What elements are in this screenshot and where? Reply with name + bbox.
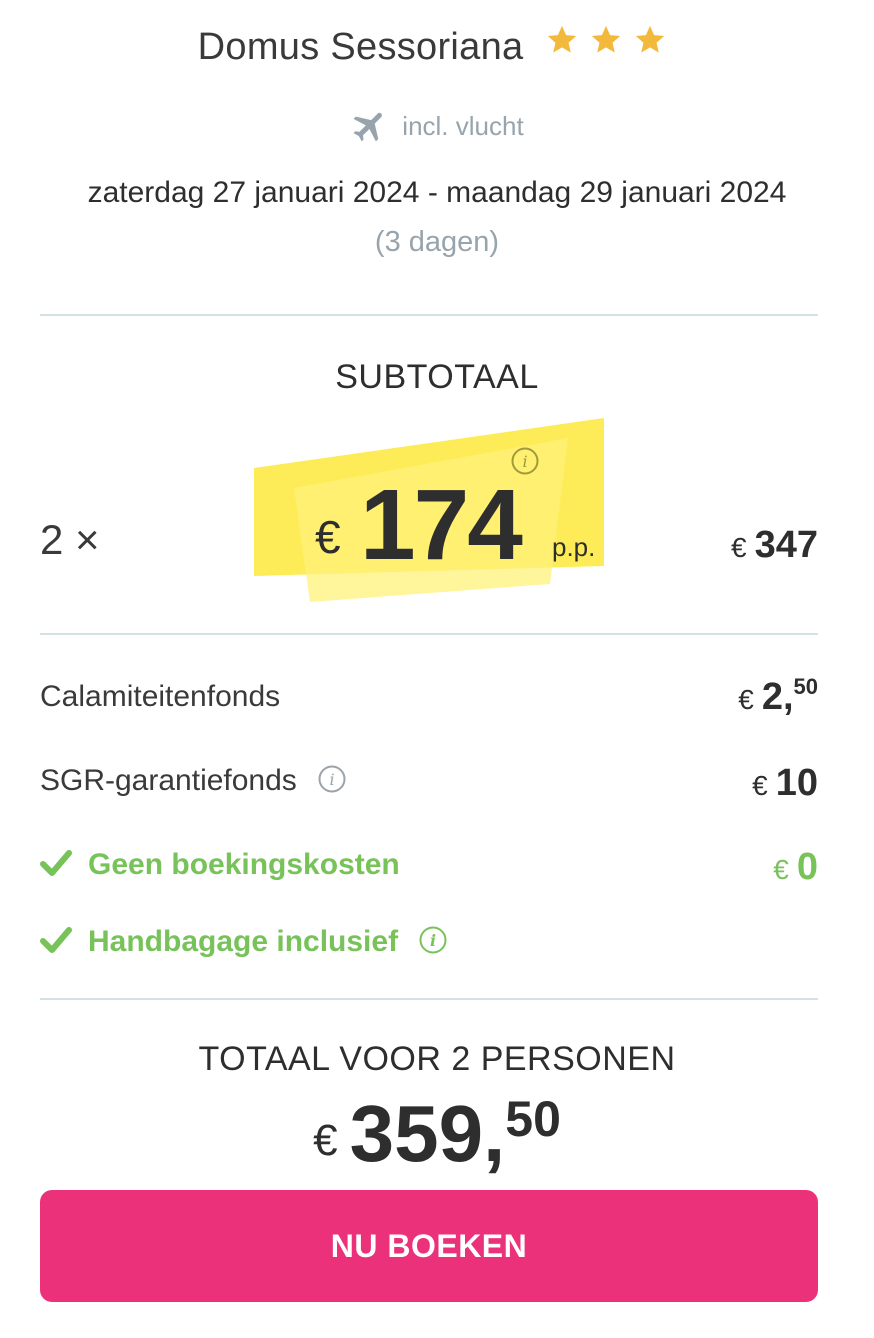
flight-label: incl. vlucht	[402, 110, 524, 141]
per-person-label: p.p.	[552, 532, 596, 562]
svg-text:i: i	[430, 931, 436, 950]
perk-label-hand-luggage: Handbagage inclusief	[88, 925, 399, 958]
fee-label-calamiteitenfonds: Calamiteitenfonds	[40, 680, 281, 713]
divider	[40, 314, 818, 316]
perk-row-booking-costs: Geen boekingskosten	[40, 848, 400, 882]
currency-symbol: €	[773, 854, 789, 885]
fee-value: 10	[775, 762, 818, 804]
total-amount: €359,50	[0, 1088, 874, 1180]
fee-amount-calamiteitenfonds: €2,50	[738, 674, 818, 719]
subtotal-value: 347	[754, 524, 818, 566]
fee-value: 2,	[761, 676, 794, 718]
total-title: TOTAAL VOOR 2 PERSONEN	[198, 1040, 676, 1078]
price-currency: €	[315, 511, 341, 563]
currency-symbol: €	[738, 684, 754, 715]
perk-label-booking-costs: Geen boekingskosten	[88, 848, 400, 881]
star-icon	[592, 25, 621, 53]
airplane-icon	[353, 112, 383, 142]
star-rating	[544, 23, 676, 67]
hotel-header: Domus Sessoriana	[0, 23, 874, 71]
flight-info: incl. vlucht	[0, 108, 874, 148]
star-icon	[548, 25, 577, 53]
currency-symbol: €	[313, 1116, 338, 1165]
perk-amount-booking-costs: €0	[773, 846, 818, 889]
star-icon	[636, 25, 665, 53]
subtotal-title: SUBTOTAAL	[335, 358, 539, 396]
fee-row-sgr: SGR-garantiefonds i	[40, 764, 347, 798]
book-now-button[interactable]: NU BOEKEN	[40, 1190, 818, 1302]
total-cents: 50	[505, 1091, 561, 1147]
trip-dates: zaterdag 27 januari 2024 - maandag 29 ja…	[87, 176, 787, 209]
total-value: 359,	[349, 1089, 506, 1178]
currency-symbol: €	[752, 770, 768, 801]
fee-label-sgr: SGR-garantiefonds	[40, 764, 297, 797]
hotel-name: Domus Sessoriana	[197, 26, 524, 68]
checkmark-icon	[40, 927, 72, 954]
price-per-person: 174	[360, 469, 523, 581]
fee-amount-sgr: €10	[752, 762, 818, 805]
quantity-label: 2 ×	[40, 516, 100, 563]
checkmark-icon	[40, 850, 72, 877]
currency-symbol: €	[731, 532, 747, 563]
svg-text:i: i	[522, 452, 527, 471]
trip-duration: (3 dagen)	[374, 226, 500, 258]
hand-luggage-info-icon[interactable]: i	[418, 925, 448, 955]
divider	[40, 633, 818, 635]
svg-text:i: i	[329, 770, 334, 789]
divider	[40, 998, 818, 1000]
sgr-info-icon[interactable]: i	[317, 764, 347, 794]
perk-value: 0	[796, 846, 818, 888]
fee-cents: 50	[793, 674, 818, 699]
subtotal-amount: €347	[731, 524, 818, 567]
perk-row-hand-luggage: Handbagage inclusief i	[40, 925, 448, 959]
